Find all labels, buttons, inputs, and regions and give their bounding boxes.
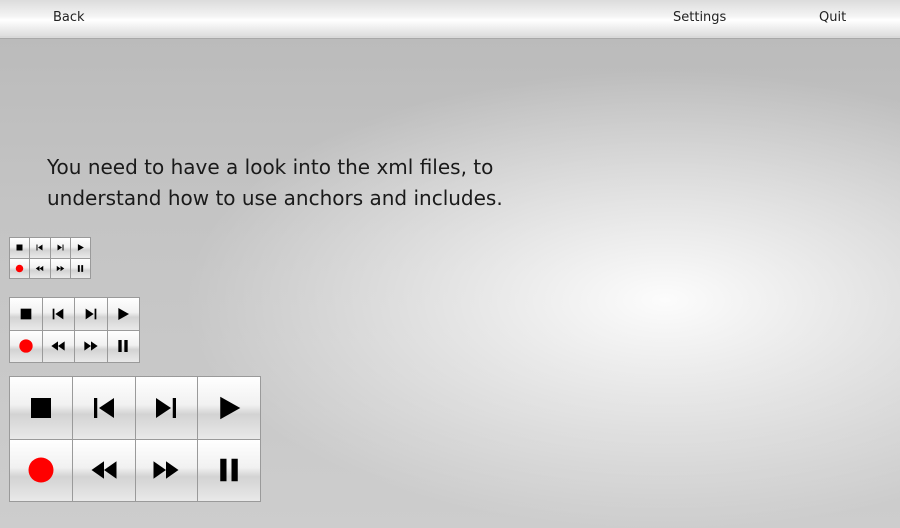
play-icon	[220, 396, 241, 419]
skip-forward-button[interactable]	[75, 298, 107, 330]
stop-icon	[30, 397, 51, 418]
play-icon	[118, 307, 130, 320]
rewind-icon	[91, 461, 117, 479]
pause-icon	[220, 459, 238, 482]
skip-back-icon	[52, 308, 64, 320]
transport-panel-medium	[9, 297, 140, 363]
fast-forward-icon	[153, 461, 179, 479]
fast-forward-icon	[56, 265, 64, 271]
play-button[interactable]	[70, 238, 90, 258]
skip-forward-icon	[57, 244, 64, 251]
skip-back-icon	[93, 397, 114, 418]
record-icon	[28, 457, 54, 483]
info-message-line-2: understand how to use anchors and includ…	[47, 186, 503, 210]
stop-button[interactable]	[10, 238, 30, 258]
stop-button[interactable]	[10, 298, 42, 330]
stop-icon	[16, 244, 23, 251]
transport-panel-large	[9, 376, 261, 502]
stop-button[interactable]	[10, 377, 72, 439]
fast-forward-icon	[84, 341, 98, 351]
skip-forward-icon	[156, 397, 177, 418]
rewind-button[interactable]	[30, 258, 50, 278]
skip-back-button[interactable]	[30, 238, 50, 258]
top-bar: Back Settings Quit	[0, 0, 900, 38]
record-icon	[19, 339, 33, 353]
rewind-button[interactable]	[42, 330, 74, 362]
record-icon	[15, 264, 24, 272]
skip-back-button[interactable]	[42, 298, 74, 330]
record-button[interactable]	[10, 330, 42, 362]
skip-forward-button[interactable]	[135, 377, 198, 439]
pause-icon	[77, 264, 83, 272]
record-button[interactable]	[10, 258, 30, 278]
rewind-icon	[51, 341, 65, 351]
pause-button[interactable]	[70, 258, 90, 278]
record-button[interactable]	[10, 439, 72, 501]
play-icon	[77, 244, 84, 252]
skip-back-icon	[36, 244, 43, 251]
rewind-icon	[36, 265, 44, 271]
settings-button[interactable]: Settings	[673, 10, 726, 25]
fast-forward-button[interactable]	[50, 258, 70, 278]
skip-forward-icon	[85, 308, 97, 320]
info-message: You need to have a look into the xml fil…	[47, 152, 607, 214]
transport-panel-small	[9, 237, 91, 279]
skip-forward-button[interactable]	[50, 238, 70, 258]
skip-back-button[interactable]	[72, 377, 135, 439]
info-message-line-1: You need to have a look into the xml fil…	[47, 155, 494, 179]
fast-forward-button[interactable]	[75, 330, 107, 362]
stop-icon	[20, 308, 32, 320]
fast-forward-button[interactable]	[135, 439, 198, 501]
quit-button[interactable]: Quit	[819, 10, 846, 25]
back-button[interactable]: Back	[53, 10, 85, 25]
pause-button[interactable]	[198, 439, 260, 501]
play-button[interactable]	[198, 377, 260, 439]
pause-icon	[118, 340, 128, 353]
play-button[interactable]	[107, 298, 139, 330]
pause-button[interactable]	[107, 330, 139, 362]
rewind-button[interactable]	[72, 439, 135, 501]
